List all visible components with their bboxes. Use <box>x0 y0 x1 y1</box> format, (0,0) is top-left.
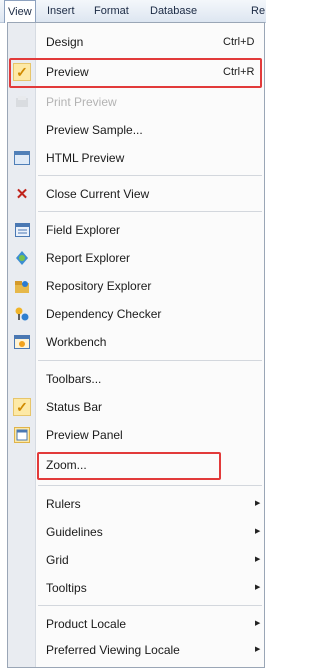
menu-item-label: Print Preview <box>46 95 117 109</box>
menu-separator <box>38 485 262 486</box>
menu-item-label: Dependency Checker <box>46 307 162 321</box>
workbench-icon <box>13 333 31 351</box>
menu-item-field-explorer[interactable]: Field Explorer <box>8 217 264 243</box>
close-icon: ✕ <box>15 186 29 203</box>
menu-item-status-bar[interactable]: ✓ Status Bar <box>8 394 264 420</box>
menu-format[interactable]: Format <box>94 0 129 22</box>
submenu-arrow-icon: ▶ <box>255 620 261 627</box>
html-preview-icon <box>13 149 31 167</box>
menu-item-label: Preview Sample... <box>46 123 143 137</box>
menu-item-preview-sample[interactable]: Preview Sample... <box>8 117 264 143</box>
menu-database[interactable]: Database <box>150 0 197 22</box>
menu-item-label: Preview Panel <box>46 428 123 442</box>
menu-item-preferred-viewing-locale[interactable]: Preferred Viewing Locale ▶ <box>8 637 264 663</box>
submenu-arrow-icon: ▶ <box>255 584 261 591</box>
menu-bar: View Insert Format Database Re <box>0 0 266 23</box>
menu-item-preview-panel[interactable]: Preview Panel <box>8 422 264 448</box>
menu-item-design[interactable]: Design Ctrl+D <box>8 29 264 55</box>
preview-panel-icon <box>13 426 31 444</box>
print-preview-icon <box>13 93 31 111</box>
menu-item-workbench[interactable]: Workbench <box>8 329 264 355</box>
menu-item-label: Grid <box>46 553 69 567</box>
menu-item-close-current-view[interactable]: ✕ Close Current View <box>8 181 264 207</box>
highlight-box-preview <box>9 58 262 88</box>
submenu-arrow-icon: ▶ <box>255 646 261 653</box>
menu-item-dependency-checker[interactable]: Dependency Checker <box>8 301 264 327</box>
menu-item-label: HTML Preview <box>46 151 125 165</box>
dependency-checker-icon <box>13 305 31 323</box>
menu-separator <box>38 211 262 212</box>
menu-item-label: Repository Explorer <box>46 279 152 293</box>
menu-separator <box>38 605 262 606</box>
menu-item-label: Toolbars... <box>46 372 102 386</box>
menu-item-print-preview: Print Preview <box>8 89 264 115</box>
repository-explorer-icon <box>13 277 31 295</box>
menu-item-label: Product Locale <box>46 617 127 631</box>
menu-item-toolbars[interactable]: Toolbars... <box>8 366 264 392</box>
menu-separator <box>38 360 262 361</box>
menu-item-label: Close Current View <box>46 187 150 201</box>
menu-item-rulers[interactable]: Rulers ▶ <box>8 491 264 517</box>
checkmark-icon: ✓ <box>13 398 31 416</box>
report-explorer-icon <box>13 249 31 267</box>
menu-item-label: Preferred Viewing Locale <box>46 643 180 657</box>
shortcut-label: Ctrl+D <box>223 36 255 48</box>
field-explorer-icon <box>13 221 31 239</box>
menu-item-label: Workbench <box>46 335 107 349</box>
menu-item-label: Status Bar <box>46 400 103 414</box>
menu-item-label: Tooltips <box>46 581 87 595</box>
menu-item-label: Design <box>46 35 84 49</box>
submenu-arrow-icon: ▶ <box>255 500 261 507</box>
menu-item-label: Guidelines <box>46 525 103 539</box>
menu-item-repository-explorer[interactable]: Repository Explorer <box>8 273 264 299</box>
menu-view[interactable]: View <box>4 0 36 23</box>
submenu-arrow-icon: ▶ <box>255 528 261 535</box>
menu-item-label: Field Explorer <box>46 223 121 237</box>
submenu-arrow-icon: ▶ <box>255 556 261 563</box>
menu-item-label: Report Explorer <box>46 251 131 265</box>
menu-item-product-locale[interactable]: Product Locale ▶ <box>8 611 264 637</box>
menu-item-report-explorer[interactable]: Report Explorer <box>8 245 264 271</box>
highlight-box-zoom <box>37 452 221 480</box>
menu-item-html-preview[interactable]: HTML Preview <box>8 145 264 171</box>
menu-item-tooltips[interactable]: Tooltips ▶ <box>8 575 264 601</box>
menu-item-grid[interactable]: Grid ▶ <box>8 547 264 573</box>
menu-insert[interactable]: Insert <box>47 0 75 22</box>
view-menu-dropdown: Design Ctrl+D ✓ Preview Ctrl+R Print Pre… <box>7 22 265 668</box>
menu-separator <box>38 175 262 176</box>
menu-item-label: Rulers <box>46 497 81 511</box>
menu-item-guidelines[interactable]: Guidelines ▶ <box>8 519 264 545</box>
menu-report[interactable]: Re <box>251 0 265 22</box>
